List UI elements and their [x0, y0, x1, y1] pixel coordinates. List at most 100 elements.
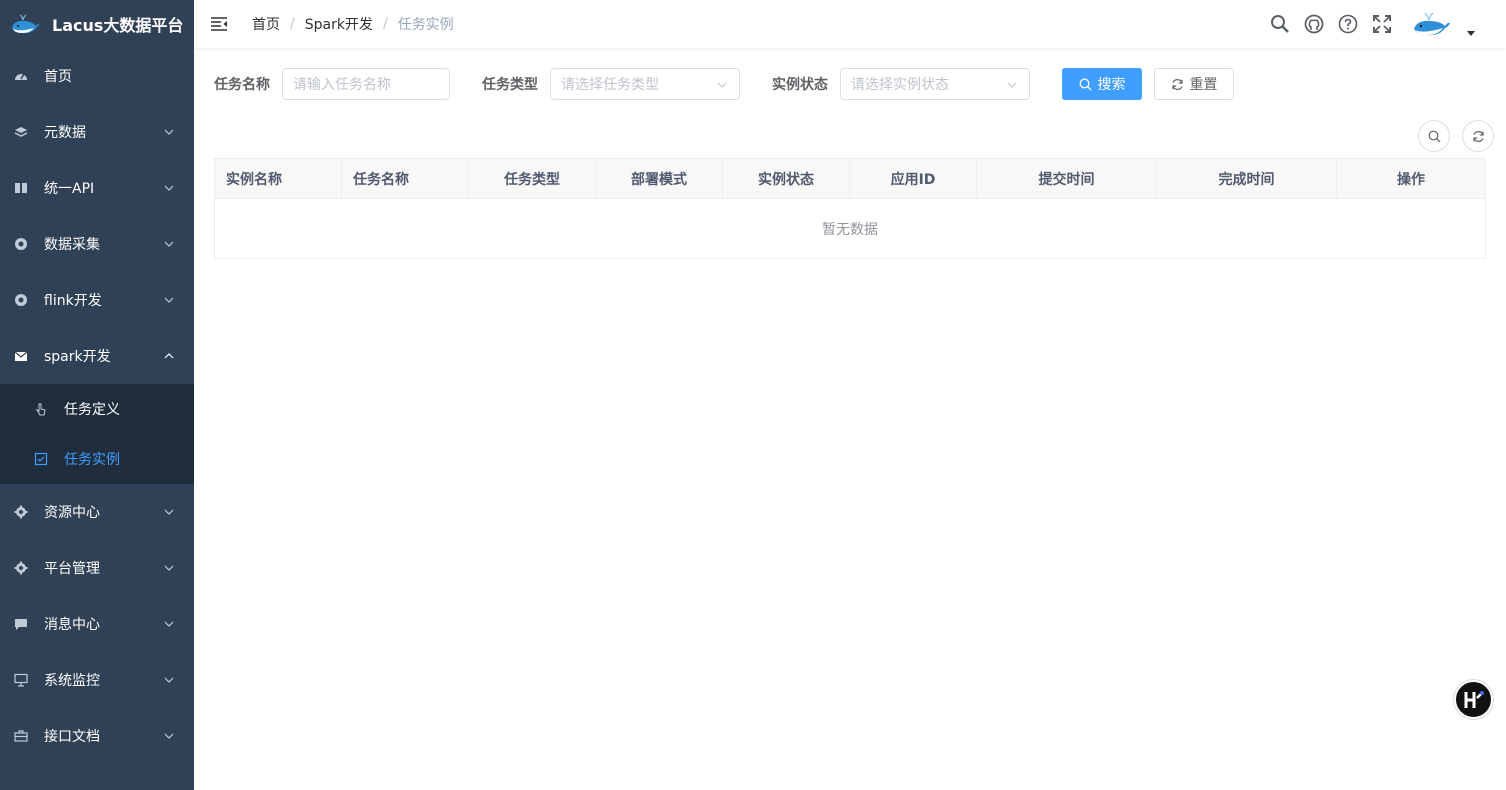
lifebuoy-icon [14, 293, 28, 307]
sidebar-item-label: 数据采集 [44, 237, 100, 253]
layers-icon [14, 125, 28, 139]
sidebar-item-label: flink开发 [44, 293, 102, 309]
help-icon[interactable] [1338, 14, 1358, 34]
refresh-button[interactable] [1462, 120, 1494, 152]
logo[interactable]: Lacus大数据平台 [0, 0, 194, 48]
gear-icon [14, 561, 28, 575]
task-name-placeholder: 请输入任务名称 [293, 77, 391, 93]
navbar: 首页 / Spark开发 / 任务实例 [194, 0, 1506, 48]
sidebar: Lacus大数据平台 首页 元数据 统一API 数据采集 flink开发 spa… [0, 0, 194, 790]
reset-button[interactable]: 重置 [1154, 68, 1234, 100]
sidebar-item-label: 统一API [44, 181, 95, 197]
sidebar-item-system-monitor[interactable]: 系统监控 [0, 652, 194, 708]
breadcrumb-separator: / [382, 16, 388, 32]
instance-status-placeholder: 请选择实例状态 [851, 77, 949, 93]
sidebar-item-label: 接口文档 [44, 729, 100, 745]
sidebar-item-metadata[interactable]: 元数据 [0, 104, 194, 160]
sidebar-item-home[interactable]: 首页 [0, 48, 194, 104]
briefcase-icon [14, 729, 28, 743]
breadcrumb: 首页 / Spark开发 / 任务实例 [252, 14, 454, 34]
table-empty-state: 暂无数据 [215, 199, 1485, 258]
avatar[interactable] [1412, 9, 1452, 39]
instance-status-select[interactable]: 请选择实例状态 [840, 68, 1030, 100]
chat-icon [14, 617, 28, 631]
table-toolbar [214, 100, 1494, 158]
instance-status-label: 实例状态 [772, 77, 828, 93]
chevron-down-icon [1007, 82, 1017, 88]
column-header: 任务名称 [342, 159, 469, 198]
search-icon [1079, 78, 1091, 90]
checkbox-icon [34, 452, 48, 466]
chevron-down-icon [164, 297, 174, 303]
sidebar-item-label: 系统监控 [44, 673, 100, 689]
breadcrumb-item-current: 任务实例 [397, 17, 454, 33]
search-form: 任务名称 请输入任务名称 任务类型 请选择任务类型 实例状态 请选择实例状态 搜… [214, 68, 1486, 100]
task-type-placeholder: 请选择任务类型 [561, 77, 659, 93]
breadcrumb-item-spark[interactable]: Spark开发 [305, 14, 373, 34]
sidebar-item-label: 元数据 [44, 125, 86, 141]
gear-icon [14, 505, 28, 519]
chevron-down-icon [164, 565, 174, 571]
sidebar-item-data-collection[interactable]: 数据采集 [0, 216, 194, 272]
monitor-icon [14, 673, 28, 687]
search-button-label: 搜索 [1097, 77, 1126, 93]
sidebar-item-spark[interactable]: spark开发 [0, 328, 194, 384]
empty-text: 暂无数据 [822, 221, 878, 238]
fullscreen-icon[interactable] [1372, 14, 1392, 34]
search-icon [1428, 130, 1440, 142]
sidebar-item-message-center[interactable]: 消息中心 [0, 596, 194, 652]
sidebar-item-label: spark开发 [44, 349, 111, 365]
column-header: 完成时间 [1157, 159, 1337, 198]
task-type-select[interactable]: 请选择任务类型 [550, 68, 740, 100]
chevron-down-icon [164, 509, 174, 515]
task-type-label: 任务类型 [482, 77, 538, 93]
breadcrumb-separator: / [290, 16, 295, 32]
sidebar-item-api-docs[interactable]: 接口文档 [0, 708, 194, 764]
column-header: 实例名称 [215, 159, 342, 198]
spark-submenu: 任务定义 任务实例 [0, 384, 194, 484]
app-title: Lacus大数据平台 [52, 16, 184, 35]
chevron-up-icon [164, 353, 174, 359]
task-name-input[interactable]: 请输入任务名称 [282, 68, 450, 100]
caret-down-icon[interactable] [1466, 28, 1476, 38]
column-header: 实例状态 [723, 159, 850, 198]
sidebar-item-flink[interactable]: flink开发 [0, 272, 194, 328]
dashboard-icon [14, 69, 28, 83]
hamburger-icon[interactable] [210, 16, 228, 32]
column-header: 操作 [1397, 171, 1425, 188]
search-button[interactable]: 搜索 [1062, 68, 1142, 100]
sidebar-item-label: 资源中心 [44, 505, 100, 521]
sidebar-item-label: 消息中心 [44, 617, 100, 633]
lifebuoy-icon [14, 237, 28, 251]
sidebar-item-api[interactable]: 统一API [0, 160, 194, 216]
github-icon[interactable] [1304, 14, 1324, 34]
toggle-search-button[interactable] [1418, 120, 1450, 152]
breadcrumb-item-home[interactable]: 首页 [252, 14, 280, 34]
task-name-label: 任务名称 [214, 77, 270, 93]
sidebar-item-label: 首页 [44, 69, 72, 85]
whale-logo-icon [12, 14, 39, 34]
column-header: 应用ID [850, 159, 977, 198]
chevron-down-icon [164, 185, 174, 191]
refresh-icon [1472, 130, 1484, 142]
instance-table: 实例名称 任务名称 任务类型 部署模式 实例状态 应用ID 提交时间 完成时间 … [214, 158, 1486, 259]
column-header: 任务类型 [469, 159, 596, 198]
chevron-down-icon [717, 82, 727, 88]
chevron-down-icon [164, 621, 174, 627]
sidebar-item-platform-management[interactable]: 平台管理 [0, 540, 194, 596]
navbar-actions [1270, 0, 1476, 48]
sidebar-item-label: 平台管理 [44, 561, 100, 577]
chevron-down-icon [164, 733, 174, 739]
sidebar-item-task-definition[interactable]: 任务定义 [0, 384, 194, 434]
column-header: 部署模式 [596, 159, 723, 198]
main-content: 任务名称 请输入任务名称 任务类型 请选择任务类型 实例状态 请选择实例状态 搜… [194, 48, 1506, 790]
sidebar-item-resource-center[interactable]: 资源中心 [0, 484, 194, 540]
h-logo-icon [1464, 690, 1484, 708]
mail-icon [14, 349, 28, 363]
search-icon[interactable] [1270, 14, 1290, 34]
table-header: 实例名称 任务名称 任务类型 部署模式 实例状态 应用ID 提交时间 完成时间 … [215, 159, 1485, 199]
sidebar-item-task-instance[interactable]: 任务实例 [0, 434, 194, 484]
assistant-float-icon[interactable] [1454, 680, 1493, 719]
refresh-icon [1171, 78, 1183, 90]
sidebar-item-label: 任务实例 [64, 452, 120, 468]
